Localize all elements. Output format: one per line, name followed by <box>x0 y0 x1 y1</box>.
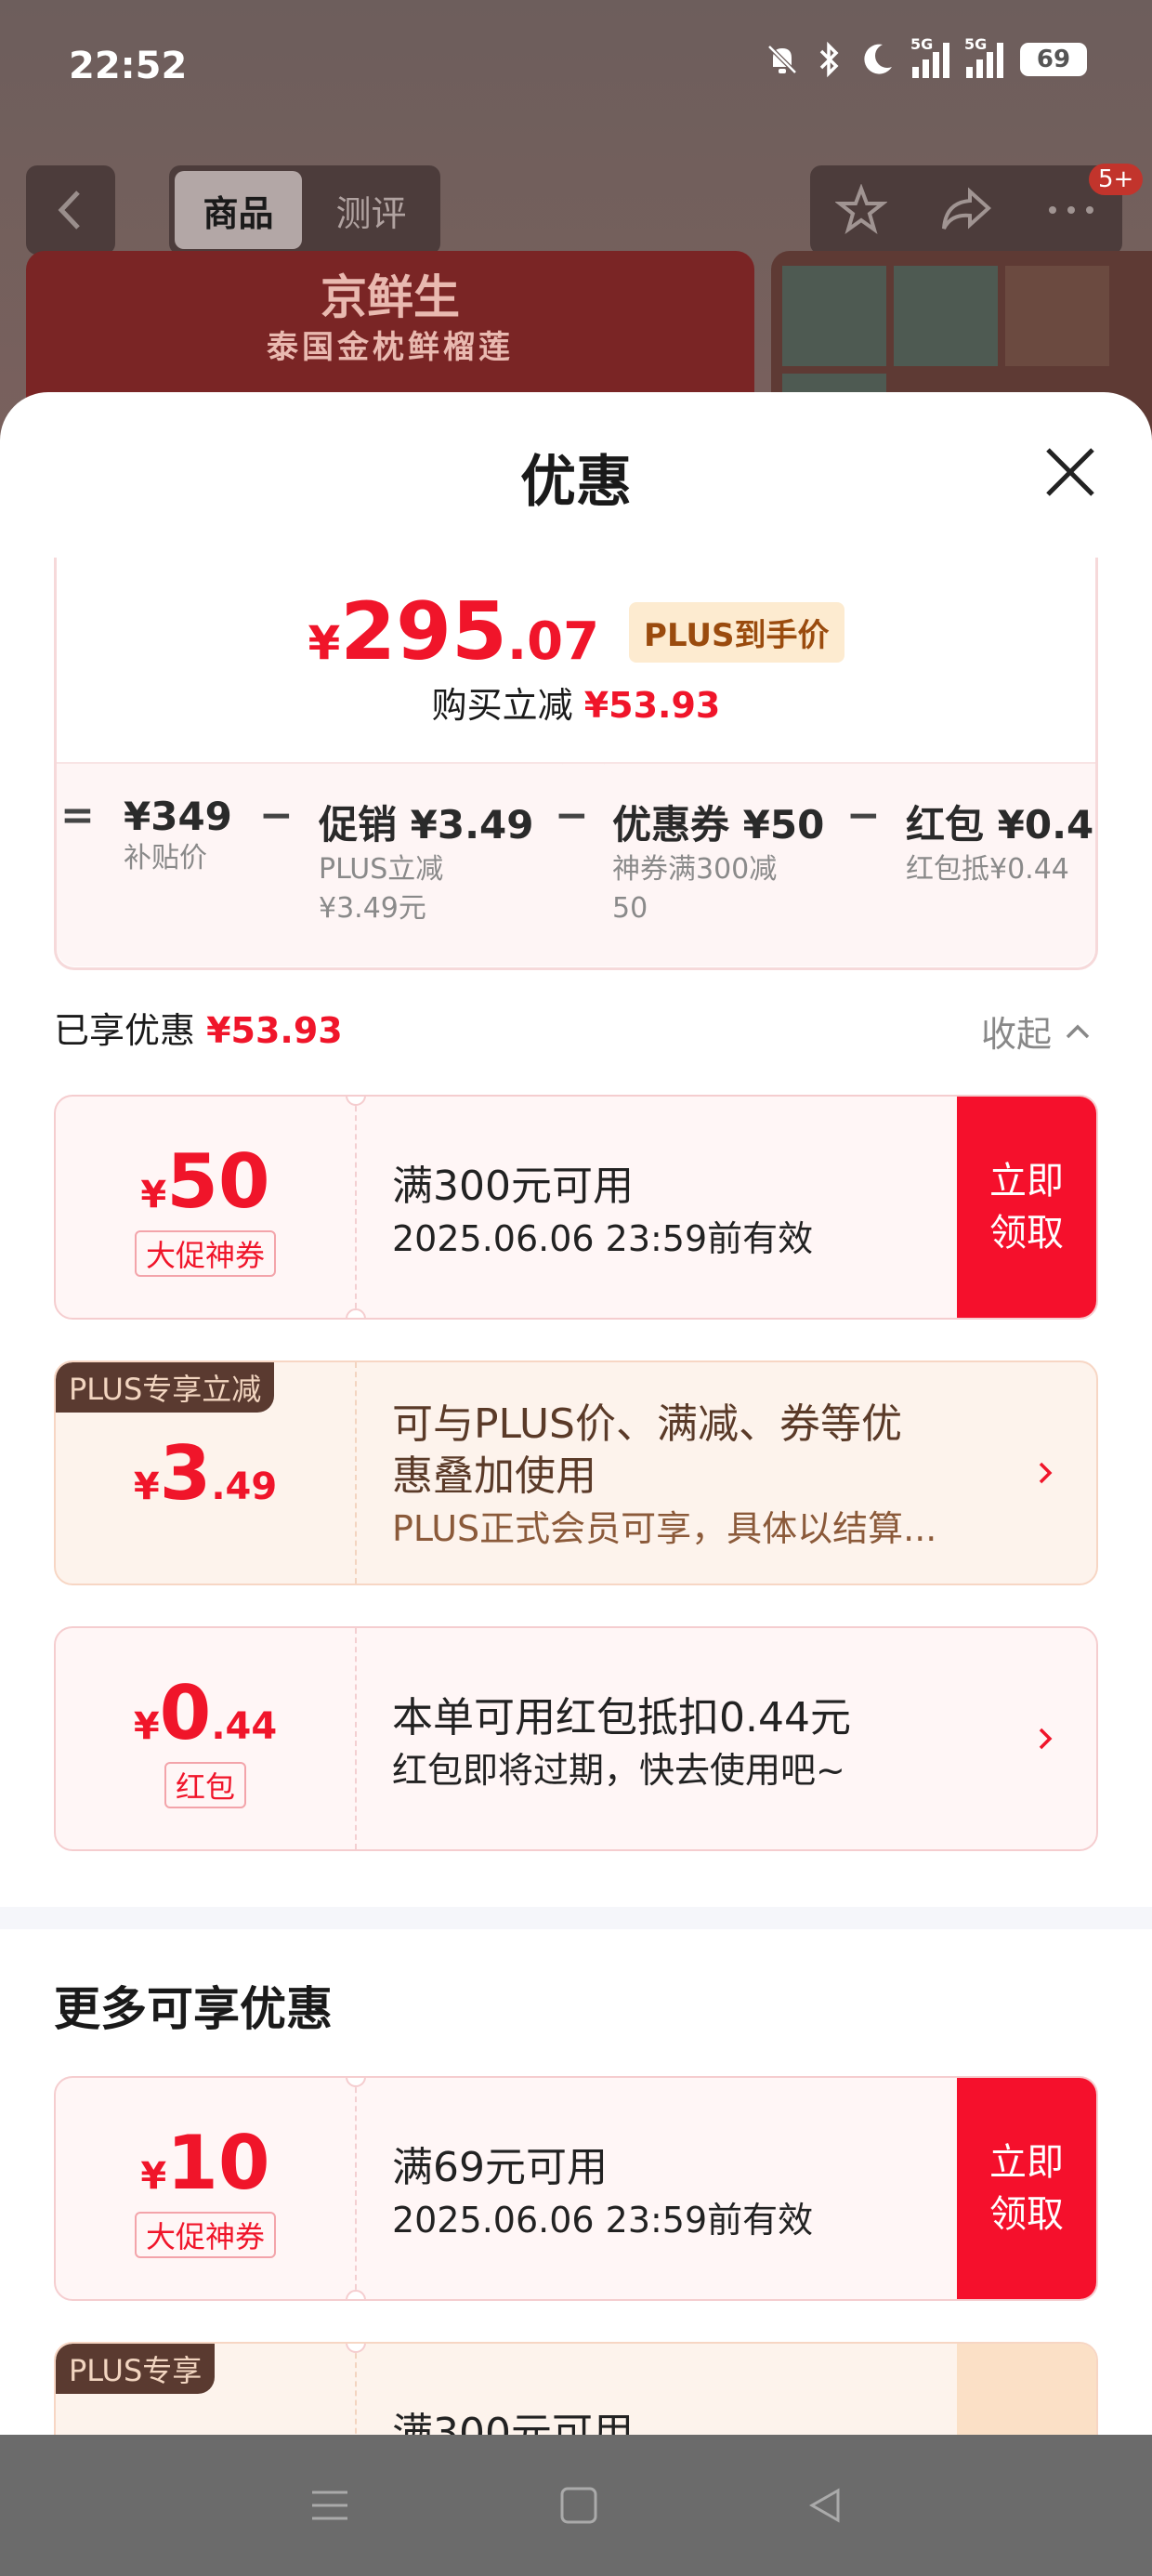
coupon-amount: ¥10 <box>140 2119 270 2206</box>
ticket-notch <box>346 1308 366 1318</box>
bluetooth-icon <box>819 41 839 78</box>
coupon-amount-block: ¥50 大促神券 <box>56 1097 355 1318</box>
coupon-type-tag: 大促神券 <box>134 1229 276 1277</box>
status-bar: 22:52 5G 5G 69 <box>0 0 1152 139</box>
chevron-right-icon <box>1039 1728 1053 1750</box>
thumbnail-image <box>894 266 998 366</box>
dashed-divider <box>355 1097 357 1318</box>
star-icon[interactable] <box>835 184 888 236</box>
final-price: ¥295.07 <box>308 585 600 678</box>
thumbnail-image <box>1005 266 1109 366</box>
notification-badge: 5+ <box>1089 164 1144 195</box>
discount-sheet: 优惠 ¥295.07 PLUS到手价 购买立减 ¥53.93 = ¥349 补贴… <box>0 392 1152 2435</box>
operator-minus: − <box>555 792 589 839</box>
coupon-validity: 2025.06.06 23:59前有效 <box>392 1218 814 1259</box>
close-icon[interactable] <box>1041 442 1100 502</box>
price-summary: ¥295.07 PLUS到手价 购买立减 ¥53.93 = ¥349 补贴价 −… <box>54 558 1098 970</box>
breakdown-item: 红包 ¥0.44 红包抵¥0.44 <box>906 802 1095 886</box>
enjoyed-discount: 已享优惠 ¥53.93 <box>54 1010 343 1051</box>
ticket-notch <box>346 2290 366 2299</box>
red-packet-tag: 红包 <box>164 1761 246 1808</box>
status-icons: 5G 5G 69 <box>764 35 1087 78</box>
coupon-amount: ¥50 <box>140 1137 270 1225</box>
home-icon[interactable] <box>558 2485 599 2526</box>
price-breakdown[interactable]: = ¥349 补贴价 − 促销 ¥3.49 PLUS立减 ¥3.49元 − 优惠… <box>57 762 1095 966</box>
breakdown-item: 促销 ¥3.49 PLUS立减 ¥3.49元 <box>319 802 534 925</box>
signal-icon-2: 5G <box>964 35 1003 78</box>
pointer-notch <box>560 764 607 786</box>
header-tools <box>810 165 1122 255</box>
coupon-amount-block: ¥10 大促神券 <box>56 2078 355 2299</box>
breakdown-item: 优惠券 ¥50 神券满300减 50 <box>612 802 825 925</box>
red-packet-note: 红包即将过期，快去使用吧~ <box>392 1750 845 1791</box>
section-divider <box>0 1907 1152 1929</box>
tab-review[interactable]: 测评 <box>308 171 435 249</box>
plus-amount: ¥3.49 <box>133 1429 278 1517</box>
back-button[interactable] <box>26 165 115 255</box>
dashed-divider <box>355 2078 357 2299</box>
plus-desc-line2: 惠叠加使用 <box>392 1452 596 1500</box>
chevron-left-icon <box>58 191 80 230</box>
chevron-right-icon <box>1039 1462 1053 1484</box>
red-packet-amount-block: ¥0.44 红包 <box>56 1628 355 1849</box>
collapse-button[interactable]: 收起 <box>981 1005 1091 1057</box>
breakdown-item: ¥349 补贴价 <box>124 794 232 874</box>
more-discounts-title: 更多可享优惠 <box>54 1982 333 2036</box>
coupon-card: ¥10 大促神券 满69元可用 2025.06.06 23:59前有效 立即 领… <box>54 2076 1098 2301</box>
sheet-title: 优惠 <box>520 450 632 515</box>
share-icon[interactable] <box>938 184 994 236</box>
plus-price-tag: PLUS到手价 <box>629 602 844 663</box>
final-price-row: ¥295.07 PLUS到手价 <box>57 585 1095 678</box>
reduce-row: 购买立减 ¥53.93 <box>57 677 1095 728</box>
operator-equals: = <box>60 792 95 839</box>
mute-bell-icon <box>767 45 797 74</box>
signal-icon-1: 5G <box>910 35 949 78</box>
moon-icon <box>864 44 892 74</box>
battery-icon: 69 <box>1020 43 1087 76</box>
red-packet-card[interactable]: ¥0.44 红包 本单可用红包抵扣0.44元 红包即将过期，快去使用吧~ <box>54 1626 1098 1851</box>
operator-minus: − <box>846 792 881 839</box>
back-triangle-icon[interactable] <box>805 2485 845 2526</box>
red-packet-amount: ¥0.44 <box>133 1669 278 1756</box>
system-nav-bar <box>0 2435 1152 2576</box>
claim-button[interactable]: 立即 领取 <box>957 2078 1096 2299</box>
chevron-up-icon <box>1066 1024 1090 1038</box>
thumbnail-image <box>782 266 886 366</box>
dashed-divider <box>355 1628 357 1849</box>
more-icon[interactable] <box>1045 201 1097 219</box>
reduce-label: 购买立减 <box>431 685 573 726</box>
status-time: 22:52 <box>69 45 188 87</box>
banner-brand: 京鲜生 <box>321 270 460 324</box>
plus-corner-tag: PLUS专享 <box>56 2344 216 2394</box>
banner-product: 泰国金枕鲜榴莲 <box>267 329 514 366</box>
plus-coupon-card: ¥30 PLUS专享 满300元可用 查看 <box>54 2342 1098 2435</box>
menu-icon[interactable] <box>307 2485 353 2526</box>
coupon-type-tag: 大促神券 <box>134 2211 276 2258</box>
coupon-condition: 满300元可用 <box>392 1163 634 1210</box>
claim-button[interactable]: 立即 领取 <box>957 1097 1096 1318</box>
coupon-condition: 满300元可用 <box>392 2410 634 2435</box>
view-button[interactable]: 查看 <box>957 2344 1096 2435</box>
dashed-divider <box>355 2344 357 2435</box>
plus-discount-card[interactable]: ¥3.49 PLUS专享立减 可与PLUS价、满减、券等优 惠叠加使用 PLUS… <box>54 1360 1098 1585</box>
plus-corner-tag: PLUS专享立减 <box>56 1362 275 1413</box>
red-packet-desc: 本单可用红包抵扣0.44元 <box>392 1694 851 1741</box>
coupon-condition: 满69元可用 <box>392 2144 608 2191</box>
reduce-amount: ¥53.93 <box>583 685 721 726</box>
dashed-divider <box>355 1362 357 1584</box>
plus-desc-line1: 可与PLUS价、满减、券等优 <box>392 1400 902 1448</box>
coupon-card: ¥50 大促神券 满300元可用 2025.06.06 23:59前有效 立即 … <box>54 1095 1098 1320</box>
tab-product[interactable]: 商品 <box>175 171 302 249</box>
header-tabs: 商品 测评 <box>169 165 440 255</box>
operator-minus: − <box>259 792 294 839</box>
plus-desc-note: PLUS正式会员可享，具体以结算... <box>392 1508 937 1549</box>
coupon-validity: 2025.06.06 23:59前有效 <box>392 2200 814 2241</box>
